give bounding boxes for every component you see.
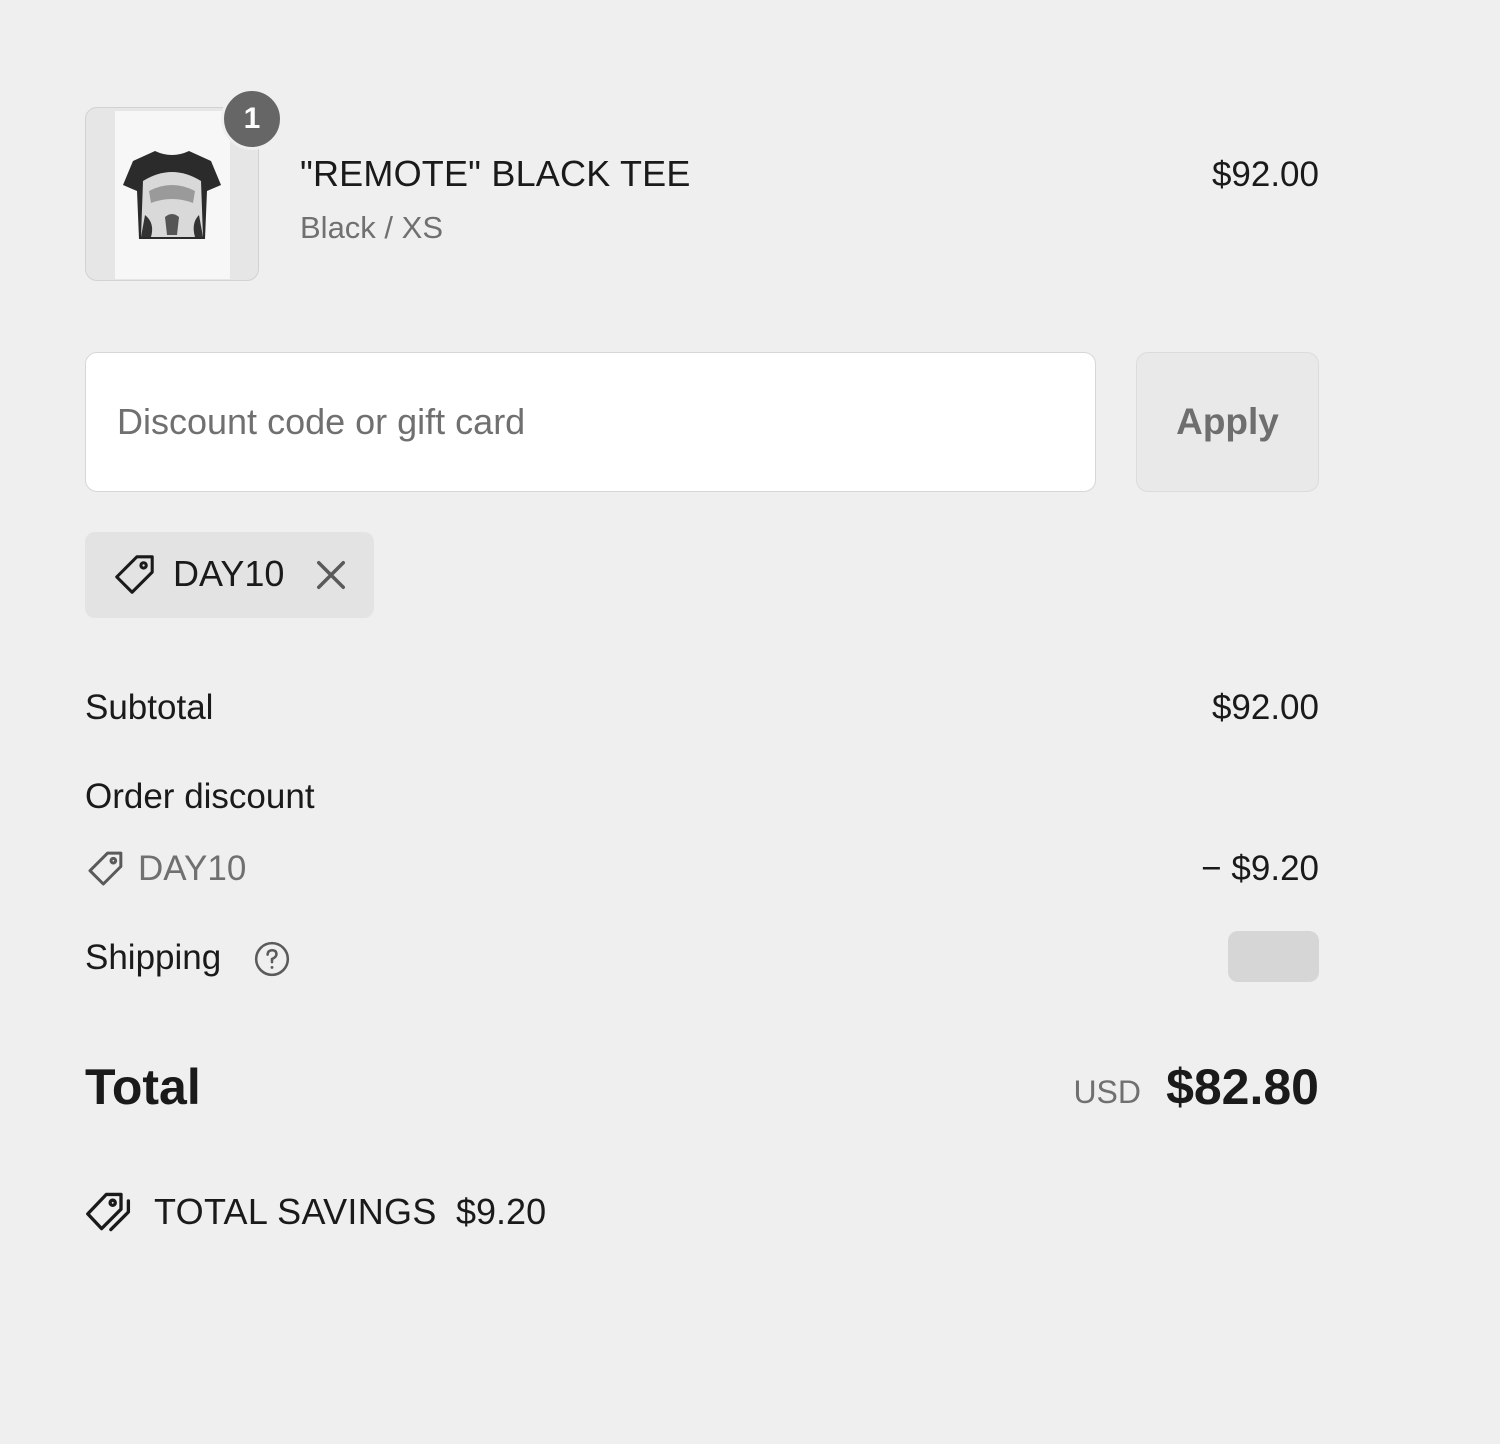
product-thumbnail: 1 [85,88,283,281]
currency-label: USD [1073,1074,1141,1110]
subtotal-value: $92.00 [1211,688,1319,727]
order-summary: 1 "REMOTE" BLACK TEE Black / XS $92.00 A… [85,0,1319,1444]
shipping-value-placeholder [1228,931,1319,982]
applied-discount-chip: DAY10 [85,532,374,618]
tshirt-image [115,111,230,279]
product-variant: Black / XS [300,210,443,245]
applied-code-label: DAY10 [173,553,285,594]
total-value: $82.80 [1166,1059,1319,1115]
order-discount-label: Order discount [85,777,315,816]
discount-value: − $9.20 [1201,849,1319,888]
tag-icon [88,851,123,886]
total-savings-value: $9.20 [456,1191,547,1232]
subtotal-label: Subtotal [85,688,214,727]
discount-code-input[interactable] [85,352,1096,492]
product-name: "REMOTE" BLACK TEE [300,153,691,194]
help-icon[interactable] [253,940,291,978]
savings-tag-icon [86,1192,131,1232]
quantity-badge: 1 [221,88,283,150]
line-item: 1 "REMOTE" BLACK TEE Black / XS $92.00 [85,88,1319,283]
total-savings-label: TOTAL SAVINGS [154,1191,437,1232]
tag-icon [115,555,154,594]
close-icon[interactable] [310,554,352,596]
shipping-label: Shipping [85,938,222,977]
apply-button[interactable]: Apply [1136,352,1319,492]
discount-code-label: DAY10 [138,849,247,888]
total-label: Total [85,1059,201,1115]
product-price: $92.00 [1211,155,1319,194]
